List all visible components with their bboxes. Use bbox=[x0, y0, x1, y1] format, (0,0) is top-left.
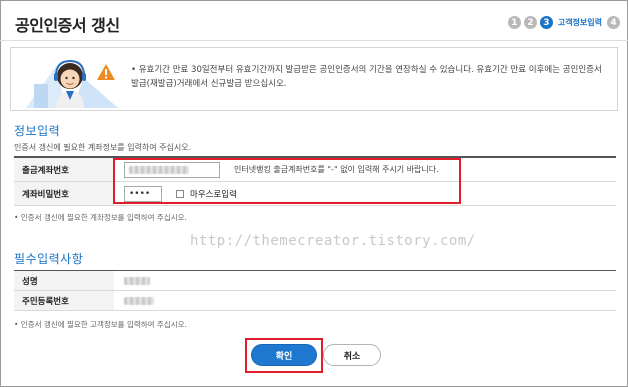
active-step-label: 고객정보입력 bbox=[557, 18, 602, 27]
watermark-text: http://themecreator.tistory.com/ bbox=[190, 233, 476, 249]
step-1: 1 bbox=[507, 16, 521, 29]
step-3-active: 3 bbox=[539, 16, 553, 29]
step-indicator: 1 2 3 고객정보입력 4 bbox=[507, 16, 620, 29]
account-password-label: 계좌비밀번호 bbox=[14, 182, 114, 205]
masked-resident-number bbox=[124, 296, 154, 305]
header-divider bbox=[0, 40, 628, 41]
name-label: 성명 bbox=[14, 271, 114, 290]
account-input-highlight bbox=[113, 158, 461, 204]
step-4: 4 bbox=[607, 16, 620, 29]
page-title: 공인인증서 갱신 bbox=[15, 16, 120, 35]
step-2: 2 bbox=[523, 16, 537, 29]
customer-service-illustration bbox=[26, 59, 118, 108]
notice-box: • 유효기간 만료 30일전부터 유효기간까지 발급받은 공인인증서의 기간을 … bbox=[10, 47, 618, 111]
customer-info-table: 성명 주민등록번호 bbox=[14, 270, 616, 311]
info-section-title: 정보입력 bbox=[14, 124, 61, 138]
masked-name bbox=[124, 276, 150, 285]
required-section-note: • 인증서 갱신에 필요한 고객정보를 입력하여 주십시오. bbox=[14, 320, 187, 329]
info-section-note: • 인증서 갱신에 필요한 계좌정보를 입력하여 주십시오. bbox=[14, 213, 187, 222]
account-number-label: 출금계좌번호 bbox=[14, 158, 114, 181]
resident-number-label: 주민등록번호 bbox=[14, 291, 114, 310]
required-section-title: 필수입력사항 bbox=[14, 252, 84, 266]
confirm-button[interactable]: 확인 bbox=[251, 344, 317, 366]
resident-number-row: 주민등록번호 bbox=[14, 291, 616, 311]
cancel-button[interactable]: 취소 bbox=[323, 344, 381, 366]
info-section-description: 인증서 갱신에 필요한 계좌정보를 입력하여 주십시오. bbox=[14, 143, 192, 152]
notice-text: • 유효기간 만료 30일전부터 유효기간까지 발급받은 공인인증서의 기간을 … bbox=[131, 65, 602, 89]
name-row: 성명 bbox=[14, 271, 616, 291]
